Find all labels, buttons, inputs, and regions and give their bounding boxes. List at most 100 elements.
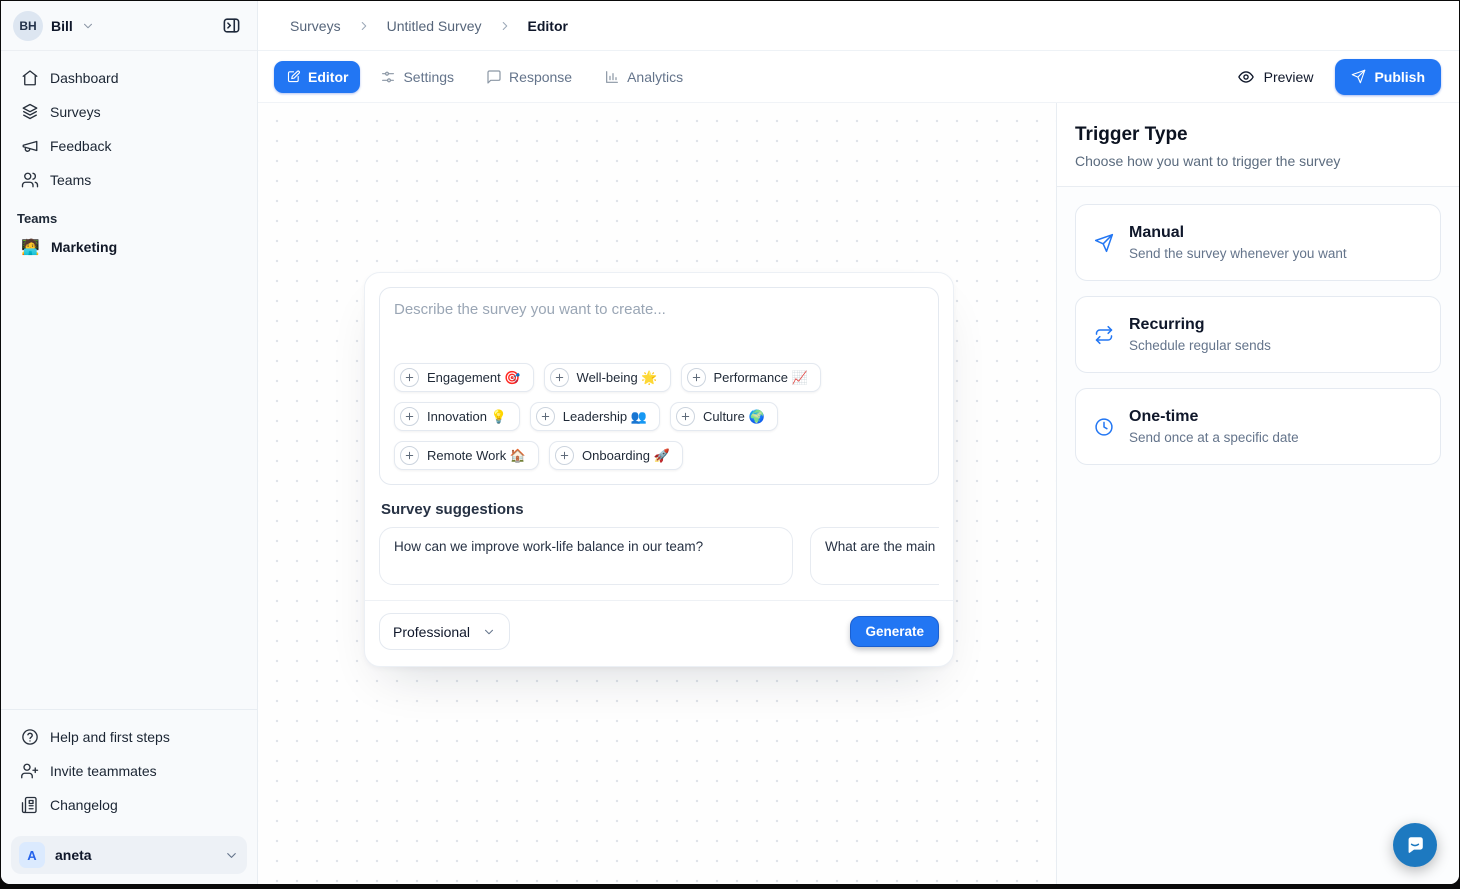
plus-icon xyxy=(400,446,419,465)
survey-prompt-input[interactable] xyxy=(394,301,924,353)
survey-suggestions-title: Survey suggestions xyxy=(381,501,937,518)
chip-label: Innovation 💡 xyxy=(427,409,507,425)
workspace-avatar: BH xyxy=(13,11,43,41)
trigger-option-one-time[interactable]: One-time Send once at a specific date xyxy=(1075,388,1441,465)
sidebar-item-invite[interactable]: Invite teammates xyxy=(13,754,245,788)
account-avatar: A xyxy=(19,842,45,868)
tabbar-actions: Preview Publish xyxy=(1237,59,1443,95)
topic-chip-culture[interactable]: Culture 🌍 xyxy=(670,402,778,431)
main-area: Surveys Untitled Survey Editor Editor xyxy=(258,1,1459,884)
preview-button[interactable]: Preview xyxy=(1237,68,1314,86)
topic-chip-onboarding[interactable]: Onboarding 🚀 xyxy=(549,441,683,470)
eye-icon xyxy=(1237,68,1255,86)
tab-editor[interactable]: Editor xyxy=(274,61,360,93)
repeat-icon xyxy=(1094,325,1114,345)
chevron-right-icon xyxy=(498,19,512,33)
tab-bar: Editor Settings Response Analytics xyxy=(258,51,1459,103)
sidebar-item-dashboard[interactable]: Dashboard xyxy=(13,61,245,95)
trigger-option-manual[interactable]: Manual Send the survey whenever you want xyxy=(1075,204,1441,281)
teams-section-label: Teams xyxy=(17,211,241,226)
sidebar-spacer xyxy=(1,264,257,709)
workspace-name: Bill xyxy=(51,18,73,34)
publish-label: Publish xyxy=(1374,69,1425,85)
sidebar-item-help[interactable]: Help and first steps xyxy=(13,720,245,754)
sidebar-item-label: Dashboard xyxy=(50,70,119,86)
sidebar-collapse-button[interactable] xyxy=(218,12,245,39)
plus-icon xyxy=(400,407,419,426)
tab-label: Response xyxy=(509,69,572,85)
composer-footer: Professional Generate xyxy=(365,600,953,652)
trigger-type-panel: Trigger Type Choose how you want to trig… xyxy=(1057,103,1459,884)
topic-chip-remote-work[interactable]: Remote Work 🏠 xyxy=(394,441,539,470)
pencil-square-icon xyxy=(286,69,301,84)
tab-analytics[interactable]: Analytics xyxy=(592,61,695,93)
sidebar-item-feedback[interactable]: Feedback xyxy=(13,129,245,163)
trigger-panel-subtitle: Choose how you want to trigger the surve… xyxy=(1075,153,1441,169)
topic-chip-performance[interactable]: Performance 📈 xyxy=(681,363,821,392)
chat-launcher-button[interactable] xyxy=(1393,823,1437,867)
workspace-switcher[interactable]: BH Bill xyxy=(13,11,95,41)
trigger-option-text: Manual Send the survey whenever you want xyxy=(1129,224,1347,261)
breadcrumb-surveys[interactable]: Surveys xyxy=(290,18,341,34)
trigger-option-description: Schedule regular sends xyxy=(1129,338,1271,353)
sidebar-nav: Dashboard Surveys Feedback Teams xyxy=(1,51,257,264)
trigger-option-title: One-time xyxy=(1129,408,1299,426)
sidebar-item-team-marketing[interactable]: 🧑‍💻 Marketing xyxy=(13,230,245,264)
suggestion-card[interactable]: What are the main ob xyxy=(810,527,939,585)
sidebar-item-label: Changelog xyxy=(50,797,118,813)
plus-icon xyxy=(400,368,419,387)
editor-canvas[interactable]: Engagement 🎯 Well-being 🌟 Performance 📈 xyxy=(258,103,1057,884)
topic-chips: Engagement 🎯 Well-being 🌟 Performance 📈 xyxy=(394,363,924,470)
app-window: BH Bill Dashboard xyxy=(1,1,1459,884)
help-circle-icon xyxy=(21,728,39,746)
sidebar-item-changelog[interactable]: Changelog xyxy=(13,788,245,822)
prompt-box: Engagement 🎯 Well-being 🌟 Performance 📈 xyxy=(379,287,939,485)
breadcrumb-untitled-survey[interactable]: Untitled Survey xyxy=(387,18,482,34)
ai-survey-composer-card: Engagement 🎯 Well-being 🌟 Performance 📈 xyxy=(364,272,954,667)
tab-settings[interactable]: Settings xyxy=(368,61,466,93)
newspaper-icon xyxy=(21,796,39,814)
topic-chip-leadership[interactable]: Leadership 👥 xyxy=(530,402,660,431)
publish-button[interactable]: Publish xyxy=(1335,59,1441,95)
suggestion-card[interactable]: How can we improve work-life balance in … xyxy=(379,527,793,585)
preview-label: Preview xyxy=(1264,69,1314,85)
tab-label: Analytics xyxy=(627,69,683,85)
suggestions-row: How can we improve work-life balance in … xyxy=(379,527,939,585)
sidebar-header: BH Bill xyxy=(1,1,257,51)
sidebar-item-label: Invite teammates xyxy=(50,763,157,779)
chip-label: Culture 🌍 xyxy=(703,409,765,425)
topic-chip-innovation[interactable]: Innovation 💡 xyxy=(394,402,520,431)
chip-label: Engagement 🎯 xyxy=(427,370,521,386)
team-emoji: 🧑‍💻 xyxy=(21,238,39,256)
panel-toggle-icon xyxy=(222,16,241,35)
chevron-down-icon xyxy=(224,848,239,863)
sidebar-item-label: Help and first steps xyxy=(50,729,170,745)
sliders-icon xyxy=(380,69,396,85)
sidebar-item-surveys[interactable]: Surveys xyxy=(13,95,245,129)
chip-label: Remote Work 🏠 xyxy=(427,448,526,464)
generate-button[interactable]: Generate xyxy=(850,616,939,647)
topic-chip-well-being[interactable]: Well-being 🌟 xyxy=(544,363,671,392)
breadcrumb-editor: Editor xyxy=(528,18,568,34)
plus-icon xyxy=(687,368,706,387)
bar-chart-icon xyxy=(604,69,620,85)
sidebar-footer-nav: Help and first steps Invite teammates Ch… xyxy=(1,709,257,830)
chip-label: Performance 📈 xyxy=(714,370,808,386)
tone-select[interactable]: Professional xyxy=(379,613,510,650)
sidebar-item-label: Surveys xyxy=(50,104,101,120)
account-menu[interactable]: A aneta xyxy=(11,836,247,874)
chevron-right-icon xyxy=(357,19,371,33)
megaphone-icon xyxy=(21,137,39,155)
trigger-option-recurring[interactable]: Recurring Schedule regular sends xyxy=(1075,296,1441,373)
tab-response[interactable]: Response xyxy=(474,61,584,93)
tab-label: Editor xyxy=(308,69,348,85)
sidebar-item-label: Teams xyxy=(50,172,91,188)
trigger-panel-header: Trigger Type Choose how you want to trig… xyxy=(1057,103,1459,187)
message-square-icon xyxy=(486,69,502,85)
chip-label: Onboarding 🚀 xyxy=(582,448,670,464)
chevron-down-icon xyxy=(482,625,496,639)
plus-icon xyxy=(550,368,569,387)
sidebar-item-teams[interactable]: Teams xyxy=(13,163,245,197)
topic-chip-engagement[interactable]: Engagement 🎯 xyxy=(394,363,534,392)
trigger-panel-title: Trigger Type xyxy=(1075,124,1441,146)
